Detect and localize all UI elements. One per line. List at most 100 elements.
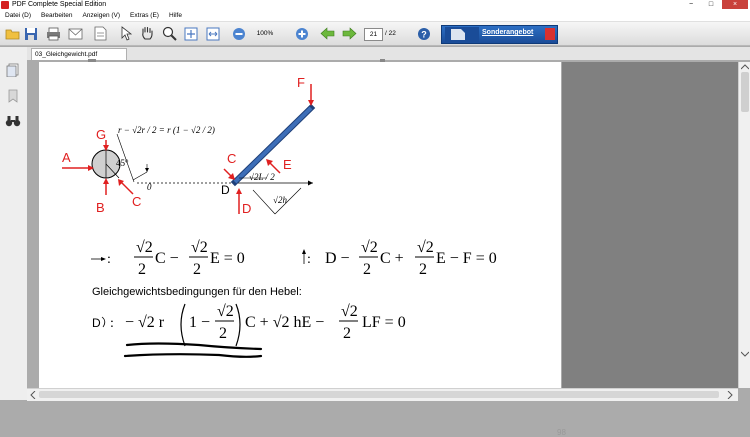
dimension-h: √2h <box>273 195 287 205</box>
special-offer-banner[interactable]: Sonderangebot <box>441 25 558 44</box>
horizontal-scrollbar[interactable] <box>27 388 738 401</box>
svg-text:√2: √2 <box>417 239 434 256</box>
page-margin-area <box>562 62 738 390</box>
equation-vertical: : D − √2 2 C + √2 2 E − F = 0 <box>302 239 497 278</box>
svg-text:− √2 r: − √2 r <box>125 314 165 331</box>
binoculars-search-icon[interactable] <box>5 115 21 127</box>
horizontal-scroll-thumb[interactable] <box>39 391 719 398</box>
force-label-c-right: C <box>227 151 236 166</box>
maximize-button[interactable]: □ <box>702 0 720 9</box>
page-total: / 22 <box>385 30 396 37</box>
page-number: 98 <box>557 428 566 437</box>
select-cursor-icon[interactable] <box>117 26 133 41</box>
previous-page-icon[interactable] <box>319 26 335 41</box>
svg-text:2: 2 <box>363 261 371 278</box>
pdf-complete-logo-icon <box>445 27 479 42</box>
save-icon[interactable] <box>23 26 39 41</box>
svg-text:√2: √2 <box>217 303 234 320</box>
force-label-d-red: D <box>242 201 251 216</box>
svg-text:√2: √2 <box>136 239 153 256</box>
fit-page-icon[interactable] <box>183 26 199 41</box>
svg-text:√2: √2 <box>191 239 208 256</box>
scroll-left-icon[interactable] <box>30 391 36 399</box>
hand-tool-icon[interactable] <box>139 26 155 41</box>
vertical-scrollbar[interactable] <box>738 62 750 388</box>
svg-text:2: 2 <box>219 325 227 342</box>
svg-text:E = 0: E = 0 <box>210 250 245 267</box>
svg-text:D: D <box>92 316 101 330</box>
pdf-page: 45° 0 r − √2r / 2 = r (1 − √2 / 2) √2L /… <box>39 59 566 437</box>
svg-text::: : <box>110 316 114 331</box>
svg-text:C −: C − <box>155 250 179 267</box>
menu-datei[interactable]: Datei (D) <box>0 10 36 21</box>
document-tab[interactable]: 03_Gleichgewicht.pdf <box>31 48 127 60</box>
close-button[interactable]: × <box>722 0 748 9</box>
dimension-half-length: √2L / 2 <box>249 172 275 182</box>
zoom-out-icon[interactable] <box>231 26 246 41</box>
pivot-label-d: D <box>221 183 230 197</box>
app-icon <box>1 1 9 9</box>
svg-text:?: ? <box>421 29 427 39</box>
svg-text:C + √2 hE −: C + √2 hE − <box>245 314 324 331</box>
next-page-icon[interactable] <box>341 26 357 41</box>
zoom-level: 100% <box>256 30 274 37</box>
svg-text:D −: D − <box>325 250 350 267</box>
radius-formula: r − √2r / 2 = r (1 − √2 / 2) <box>118 125 215 135</box>
svg-text:√2: √2 <box>341 303 358 320</box>
force-label-a: A <box>62 150 71 165</box>
zoom-tool-icon[interactable] <box>161 26 177 41</box>
special-offer-label: Sonderangebot <box>482 29 534 36</box>
pages-panel-icon[interactable] <box>6 63 20 77</box>
force-label-c-left: C <box>132 194 141 209</box>
open-folder-icon[interactable] <box>4 26 20 41</box>
force-label-f: F <box>297 75 305 90</box>
document-tab-bar: 03_Gleichgewicht.pdf <box>27 47 750 60</box>
svg-text:C +: C + <box>380 250 404 267</box>
svg-text:2: 2 <box>343 325 351 342</box>
svg-text::: : <box>307 252 311 267</box>
title-bar: PDF Complete Special Edition − □ × <box>0 0 750 10</box>
force-label-b: B <box>96 200 105 215</box>
menu-bearbeiten[interactable]: Bearbeiten <box>36 10 77 21</box>
email-icon[interactable] <box>67 26 83 41</box>
svg-text:LF = 0: LF = 0 <box>362 314 406 331</box>
equation-moment: D : − √2 r 1 − √2 2 C + √2 hE − √2 2 LF = … <box>92 303 406 347</box>
page-number-input[interactable]: 21 <box>364 28 383 41</box>
svg-text:E − F = 0: E − F = 0 <box>436 250 497 267</box>
equations-block: : √2 2 C − √2 2 E = 0 : D − √2 2 C + √2 2 E … <box>91 239 497 358</box>
bookmarks-panel-icon[interactable] <box>7 89 19 103</box>
lever-rod <box>233 106 313 184</box>
svg-text:2: 2 <box>419 261 427 278</box>
menu-extras[interactable]: Extras (E) <box>125 10 164 21</box>
force-label-g: G <box>96 127 106 142</box>
lever-diagram: 45° 0 r − √2r / 2 = r (1 − √2 / 2) √2L /… <box>62 75 316 216</box>
fit-width-icon[interactable] <box>205 26 221 41</box>
handwritten-underline <box>123 342 263 358</box>
force-label-e: E <box>283 157 292 172</box>
svg-text:1 −: 1 − <box>189 314 210 331</box>
svg-text::: : <box>107 252 111 267</box>
svg-text:2: 2 <box>193 261 201 278</box>
vertical-scroll-thumb[interactable] <box>741 72 749 112</box>
minimize-button[interactable]: − <box>682 0 700 9</box>
menu-anzeigen[interactable]: Anzeigen (V) <box>77 10 125 21</box>
window-title: PDF Complete Special Edition <box>12 1 107 8</box>
document-tab-label: 03_Gleichgewicht.pdf <box>35 51 98 58</box>
print-icon[interactable] <box>45 26 61 41</box>
svg-text:2: 2 <box>138 261 146 278</box>
left-side-panel <box>0 47 28 400</box>
menu-bar: Datei (D) Bearbeiten Anzeigen (V) Extras… <box>0 10 750 22</box>
equation-horizontal: : √2 2 C − √2 2 E = 0 <box>91 239 245 278</box>
window-controls: − □ × <box>682 0 748 10</box>
menu-hilfe[interactable]: Hilfe <box>164 10 187 21</box>
scroll-up-icon[interactable] <box>741 64 749 70</box>
scroll-right-icon[interactable] <box>727 391 733 399</box>
svg-text:√2: √2 <box>361 239 378 256</box>
zoom-in-icon[interactable] <box>294 26 309 41</box>
scroll-down-icon[interactable] <box>741 351 749 357</box>
document-icon[interactable] <box>92 26 108 41</box>
offset-zero-label: 0 <box>147 182 152 192</box>
promo-tag-icon <box>545 28 555 40</box>
help-icon[interactable]: ? <box>416 26 431 41</box>
toolbar: 100% 21 / 22 ? Sonderangebot <box>0 22 750 46</box>
